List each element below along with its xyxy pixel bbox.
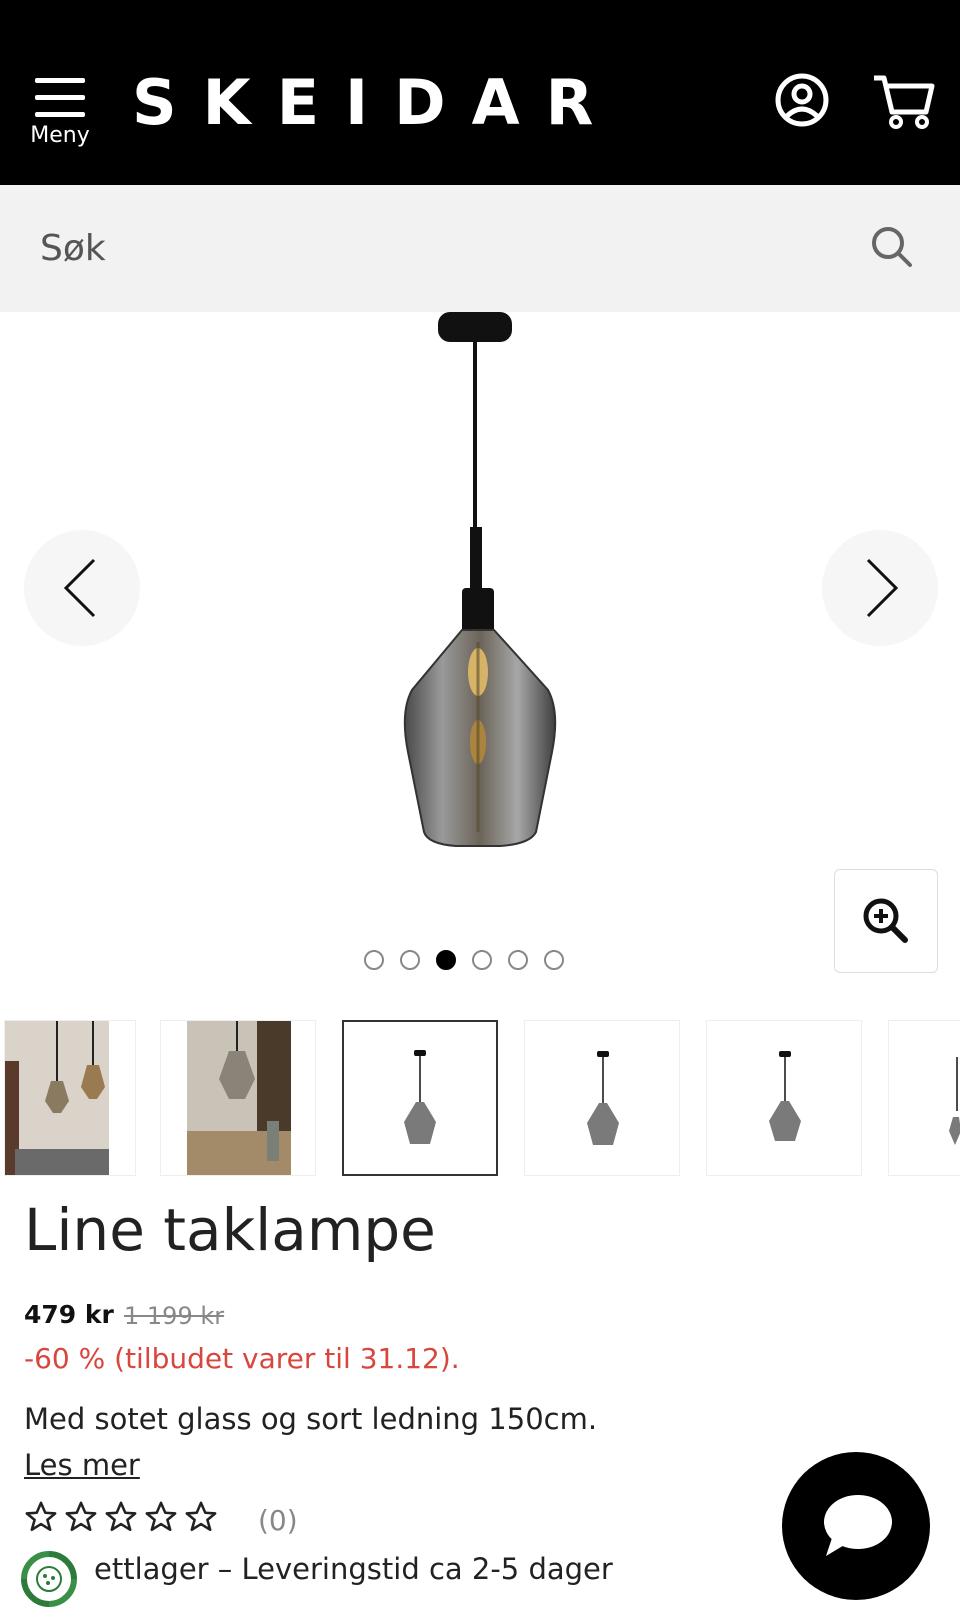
chevron-right-icon bbox=[866, 558, 899, 618]
next-image-button[interactable] bbox=[822, 530, 938, 646]
search-input[interactable] bbox=[38, 215, 842, 281]
thumbnail-strip bbox=[0, 1020, 960, 1178]
account-icon[interactable] bbox=[774, 72, 830, 132]
pagination-dot[interactable] bbox=[544, 950, 564, 970]
pagination-dot-active[interactable] bbox=[436, 950, 456, 970]
menu-label: Meny bbox=[30, 123, 90, 148]
star-icon[interactable] bbox=[24, 1500, 58, 1534]
image-pagination bbox=[364, 950, 580, 974]
recycle-icon bbox=[18, 1548, 80, 1614]
pagination-dot[interactable] bbox=[508, 950, 528, 970]
product-description: Med sotet glass og sort ledning 150cm. bbox=[24, 1402, 598, 1436]
rating-count: (0) bbox=[258, 1504, 298, 1537]
star-icon[interactable] bbox=[184, 1500, 218, 1534]
previous-image-button[interactable] bbox=[24, 530, 140, 646]
thumbnail-active[interactable] bbox=[342, 1020, 498, 1176]
pagination-dot[interactable] bbox=[364, 950, 384, 970]
rating-stars bbox=[24, 1500, 224, 1538]
search-icon[interactable] bbox=[870, 225, 914, 273]
menu-icon bbox=[28, 78, 92, 117]
chat-icon bbox=[824, 1495, 892, 1556]
thumbnail[interactable] bbox=[160, 1020, 316, 1176]
thumbnail[interactable] bbox=[4, 1020, 136, 1176]
product-title: Line taklampe bbox=[24, 1196, 436, 1264]
logo[interactable]: SKEIDAR bbox=[132, 66, 619, 139]
cart-icon[interactable] bbox=[872, 72, 936, 134]
read-more-link[interactable]: Les mer bbox=[24, 1448, 140, 1482]
thumbnail[interactable] bbox=[524, 1020, 680, 1176]
zoom-button[interactable] bbox=[834, 869, 938, 973]
star-icon[interactable] bbox=[144, 1500, 178, 1534]
star-icon[interactable] bbox=[104, 1500, 138, 1534]
discount-text: -60 % (tilbudet varer til 31.12). bbox=[24, 1342, 460, 1375]
search-bar bbox=[0, 185, 960, 312]
stock-status: ettlager – Leveringstid ca 2-5 dager bbox=[94, 1552, 613, 1586]
thumbnail[interactable] bbox=[888, 1020, 960, 1176]
top-header: Meny SKEIDAR bbox=[0, 0, 960, 185]
chevron-left-icon bbox=[63, 558, 96, 618]
original-price: 1 199 kr bbox=[124, 1302, 225, 1330]
menu-button[interactable]: Meny bbox=[28, 78, 92, 148]
current-price: 479 kr bbox=[24, 1300, 114, 1329]
chat-button[interactable] bbox=[782, 1452, 930, 1600]
product-image bbox=[0, 312, 960, 1002]
star-icon[interactable] bbox=[64, 1500, 98, 1534]
thumbnail[interactable] bbox=[706, 1020, 862, 1176]
zoom-in-icon bbox=[863, 898, 908, 943]
pagination-dot[interactable] bbox=[400, 950, 420, 970]
pagination-dot[interactable] bbox=[472, 950, 492, 970]
